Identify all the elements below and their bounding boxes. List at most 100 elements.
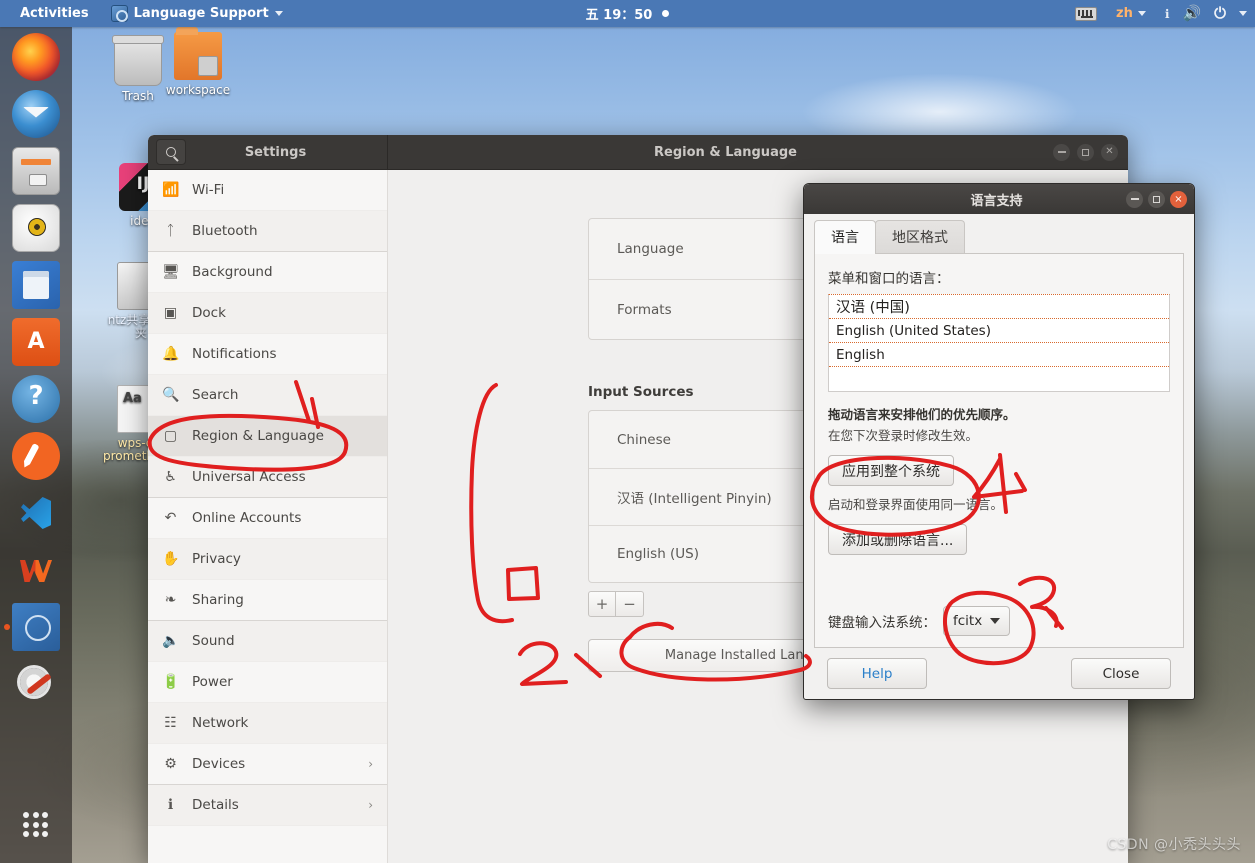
dock-item-gimp[interactable] [12,432,60,480]
close-icon: × [1174,193,1183,205]
drag-order-hint: 拖动语言来安排他们的优先顺序。 [828,407,1016,422]
sidebar-search-button[interactable] [156,139,186,165]
dialog-minimize-button[interactable] [1126,190,1143,208]
sidebar-item-privacy[interactable]: ✋ Privacy [148,539,387,580]
search-icon: 🔍 [162,387,180,403]
sidebar-item-power[interactable]: 🔋 Power [148,662,387,703]
sidebar-item-sharing[interactable]: ❧ Sharing [148,580,387,621]
sidebar-item-devices[interactable]: ⚙ Devices › [148,744,387,785]
keyboard-input-method-combo[interactable]: fcitx [943,606,1011,636]
settings-close-button[interactable]: ✕ [1101,143,1118,161]
add-remove-languages-label: 添加或删除语言... [842,532,954,549]
dock-icon: ▣ [163,305,178,321]
add-input-source-button[interactable]: + [588,591,616,617]
dock-item-thunderbird[interactable] [12,90,60,138]
sidebar-item-online-accounts[interactable]: ↶ Online Accounts [148,498,387,539]
language-row-label: Language [617,241,684,257]
sidebar-item-label: Notifications [192,346,277,362]
volume-icon[interactable]: 🔊 [1182,6,1201,21]
sidebar-item-dock[interactable]: ▣ Dock [148,293,387,334]
remove-input-source-button[interactable]: − [616,591,644,617]
app-menu[interactable]: Language Support [105,2,289,25]
dock-item-firefox[interactable] [12,33,60,81]
language-list-item[interactable]: 汉语 (中国) [829,295,1169,319]
desktop-icon-workspace[interactable]: workspace [160,27,236,97]
chevron-down-icon[interactable] [1239,11,1247,16]
dialog-tabs: 语言 地区格式 [814,220,1184,254]
dock-item-flag-app[interactable] [4,603,60,651]
dock-item-rhythmbox[interactable] [12,204,60,252]
language-list-item[interactable]: English (United States) [829,319,1169,343]
language-support-title: 语言支持 [970,193,1023,209]
dock-item-wps-office[interactable] [12,546,60,594]
sidebar-item-label: Sharing [192,592,244,608]
sidebar-item-notifications[interactable]: 🔔 Notifications [148,334,387,375]
sidebar-item-details[interactable]: ℹ Details › [148,785,387,826]
settings-maximize-button[interactable] [1077,143,1094,161]
add-remove-languages-button[interactable]: 添加或删除语言... [828,524,968,555]
sidebar-item-sound[interactable]: 🔈 Sound [148,621,387,662]
sidebar-item-label: Search [192,387,239,403]
close-button-label: Close [1102,665,1140,682]
activities-button[interactable]: Activities [14,3,95,24]
trash-icon [112,35,164,86]
power-icon[interactable]: ⏻ [1214,6,1226,21]
keyboard-input-method-label: 键盘输入法系统： [828,615,936,631]
settings-titlebar: Settings Region & Language ✕ [148,135,1128,170]
dialog-maximize-button[interactable] [1148,190,1165,208]
close-button[interactable]: Close [1071,658,1171,689]
sidebar-item-label: Devices [192,756,246,772]
input-method-label: zh [1116,6,1133,21]
dock-item-files[interactable] [12,147,60,195]
sound-icon: 🔈 [162,633,180,649]
formats-row-label: Formats [617,301,672,318]
notification-dot-icon [662,10,670,17]
dock-item-ubuntu-software[interactable] [12,318,60,366]
input-source-label: Chinese [617,431,671,448]
apply-to-system-button[interactable]: 应用到整个系统 [828,455,954,486]
show-applications-button[interactable] [12,801,60,849]
settings-sidebar: 📶 Wi-Fi ᛏ Bluetooth 🖥 Background ▣ Dock … [148,170,388,863]
desktop-icon-label: workspace [165,83,231,97]
language-list-item-label: 汉语 (中国) [836,300,910,316]
sidebar-item-background[interactable]: 🖥 Background [148,252,387,293]
help-button[interactable]: Help [827,658,927,689]
clock-label: 五 19：50 [585,8,653,23]
ubuntu-dock [0,27,72,863]
sidebar-item-universal-access[interactable]: ♿ Universal Access [148,457,387,498]
language-support-dialog: 语言支持 × 语言 地区格式 菜单和窗口的语言： 汉语 (中国) English… [803,183,1195,700]
sidebar-item-search[interactable]: 🔍 Search [148,375,387,416]
tab-regional-formats[interactable]: 地区格式 [875,220,965,254]
sidebar-item-label: Bluetooth [192,223,258,239]
clock-button[interactable]: 五 19：50 [580,1,676,26]
tab-label: 地区格式 [892,230,948,246]
keyboard-icon[interactable] [1075,6,1098,21]
sidebar-item-network[interactable]: ☷ Network [148,703,387,744]
tab-language[interactable]: 语言 [814,220,876,254]
input-method-indicator[interactable]: zh [1110,3,1152,24]
dock-item-libreoffice-writer[interactable] [12,261,60,309]
dialog-close-button[interactable]: × [1170,190,1187,208]
bluetooth-icon: ᛏ [166,223,175,239]
chevron-right-icon: › [368,757,373,771]
network-icon: ☷ [164,715,177,731]
language-priority-list[interactable]: 汉语 (中国) English (United States) English [828,294,1170,392]
dock-item-help[interactable] [12,375,60,423]
settings-minimize-button[interactable] [1053,143,1070,161]
dock-item-settings-tools[interactable] [12,660,60,708]
sidebar-item-wifi[interactable]: 📶 Wi-Fi [148,170,387,211]
sidebar-item-label: Universal Access [192,469,306,485]
next-login-hint: 在您下次登录时修改生效。 [828,428,979,443]
keyboard-input-method-row: 键盘输入法系统： fcitx [828,606,1011,636]
dock-item-vscode[interactable] [12,489,60,537]
privacy-icon: ✋ [162,551,180,567]
details-icon: ℹ [167,797,174,813]
sidebar-item-region-language[interactable]: ▢ Region & Language [148,416,387,457]
keyboard-input-method-value: fcitx [953,613,983,629]
language-list-item-label: English (United States) [836,322,991,339]
chevron-down-icon [274,11,283,16]
help-icon[interactable]: ℹ [1165,7,1170,21]
sidebar-item-bluetooth[interactable]: ᛏ Bluetooth [148,211,387,252]
language-list-item[interactable]: English [829,343,1169,367]
input-source-label: English (US) [617,546,700,562]
